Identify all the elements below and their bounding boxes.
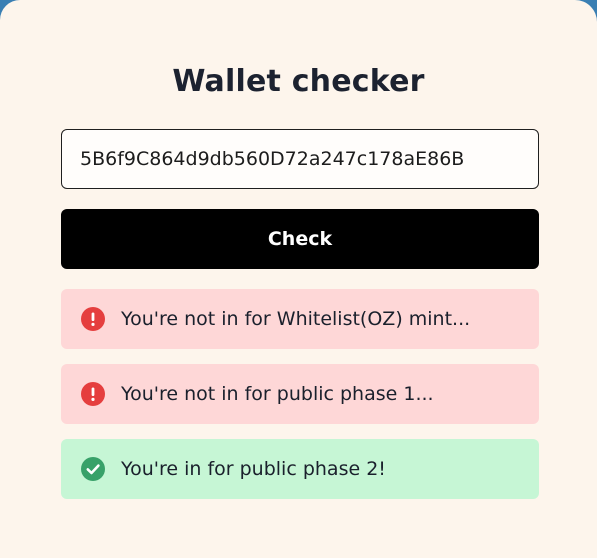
result-alert-public-phase-2: You're in for public phase 2! [61,439,539,499]
check-circle-icon [81,457,105,481]
exclamation-circle-icon [81,382,105,406]
check-button[interactable]: Check [61,209,539,269]
result-text: You're not in for public phase 1... [121,383,434,405]
result-text: You're not in for Whitelist(OZ) mint... [121,308,471,330]
result-text: You're in for public phase 2! [121,458,386,480]
result-alert-public-phase-1: You're not in for public phase 1... [61,364,539,424]
wallet-checker-card: Wallet checker Check You're not in for W… [0,0,597,558]
result-alert-whitelist: You're not in for Whitelist(OZ) mint... [61,289,539,349]
exclamation-circle-icon [81,307,105,331]
page-title: Wallet checker [172,64,425,99]
wallet-address-input[interactable] [61,129,539,189]
